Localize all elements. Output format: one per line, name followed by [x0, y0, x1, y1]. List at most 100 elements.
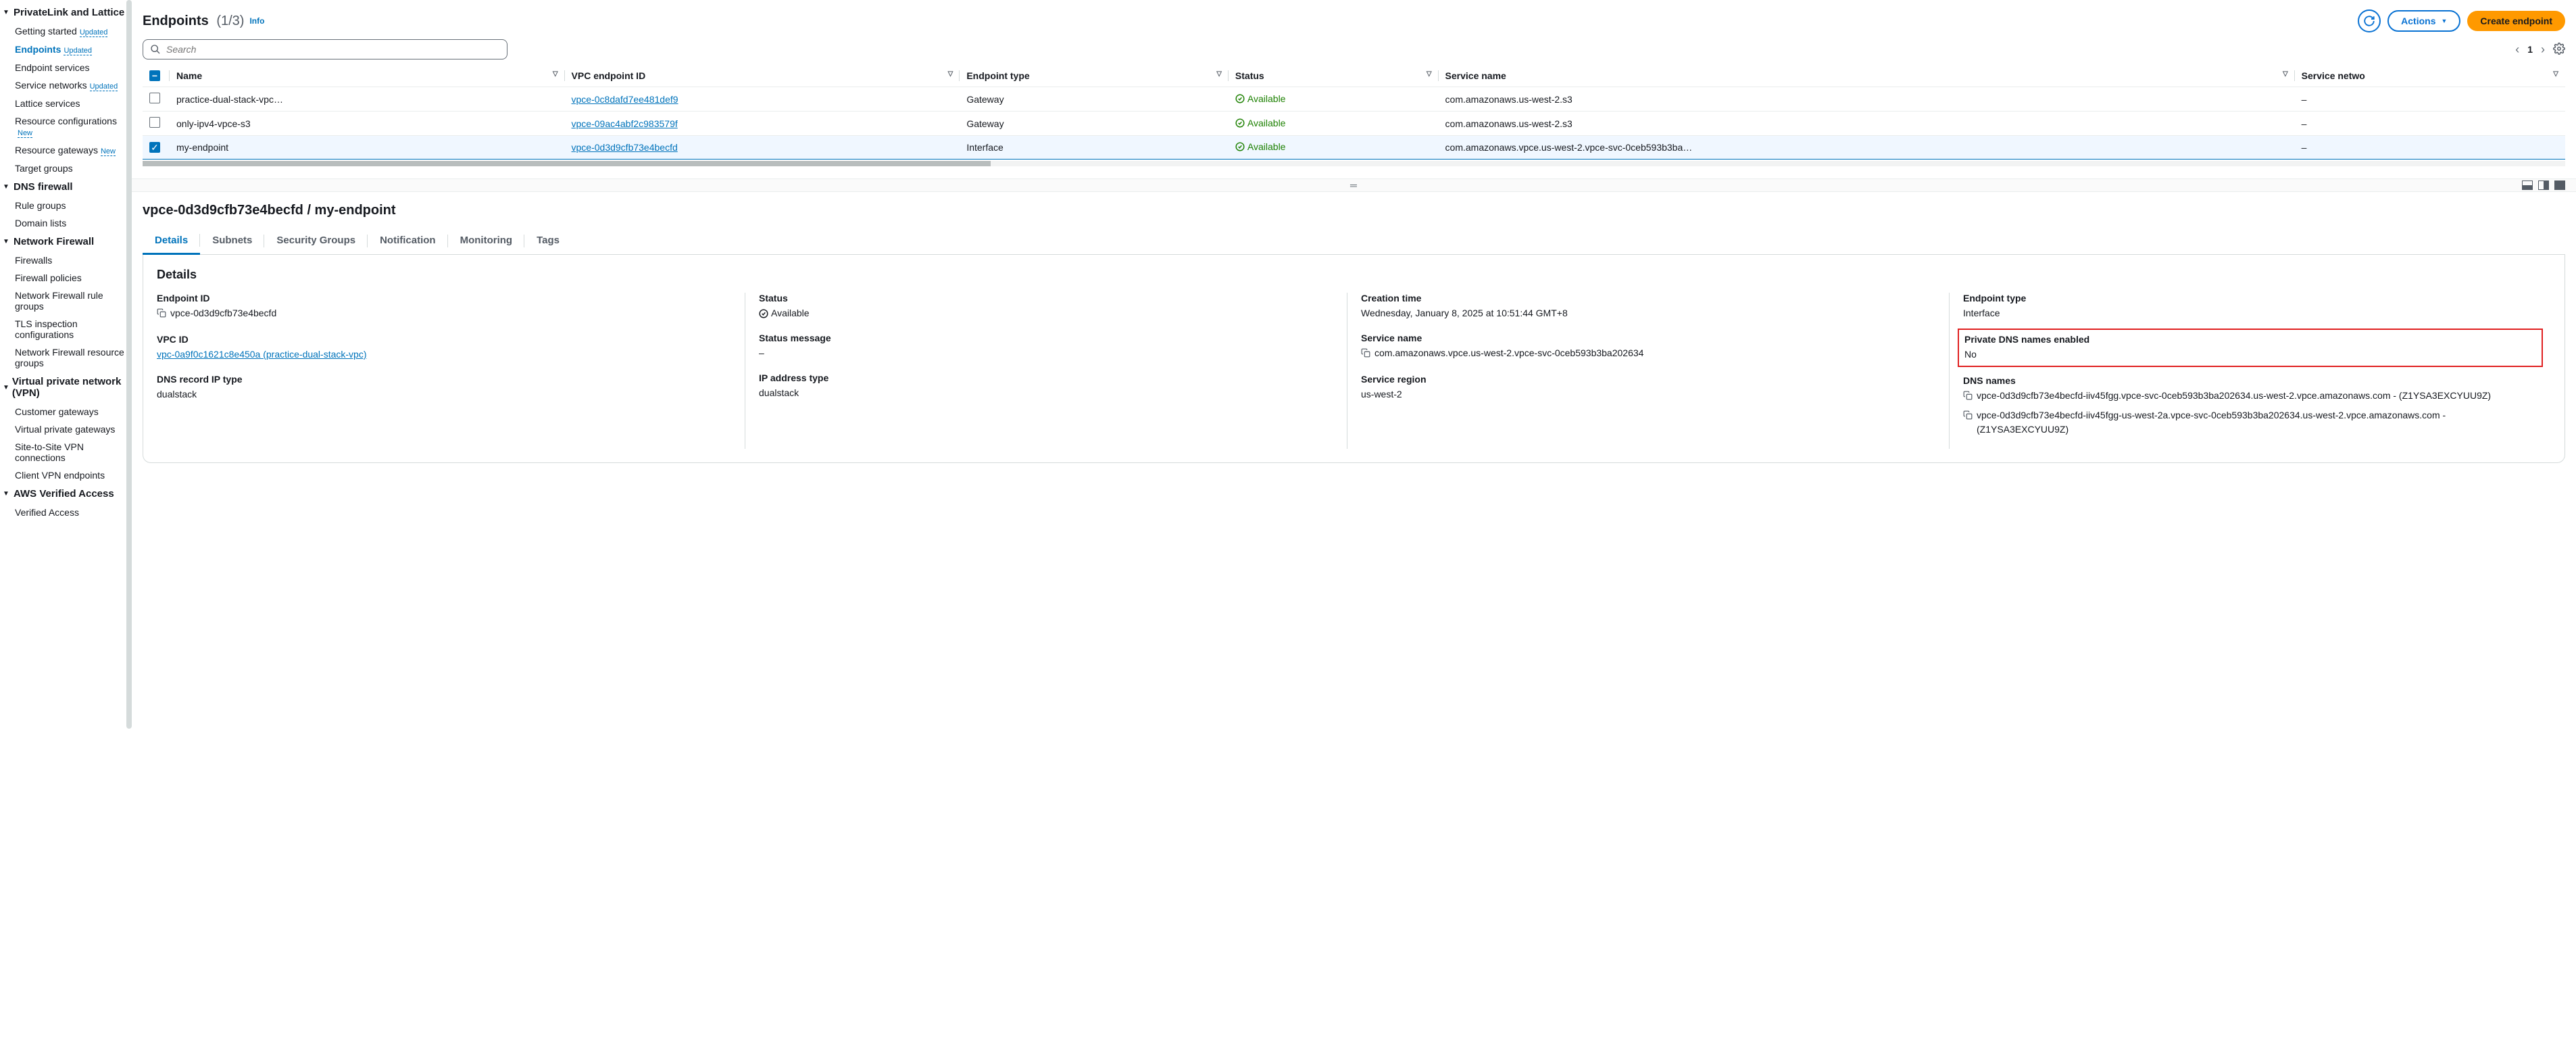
status-badge: Available — [1235, 93, 1286, 104]
sort-icon[interactable]: ▽ — [2553, 70, 2558, 78]
sidebar-section-header[interactable]: ▼PrivateLink and Lattice — [0, 3, 132, 22]
sidebar-item[interactable]: Site-to-Site VPN connections — [0, 438, 132, 466]
sidebar-item[interactable]: Virtual private gateways — [0, 420, 132, 438]
copy-icon[interactable] — [1963, 410, 1973, 424]
info-link[interactable]: Info — [249, 16, 264, 26]
ip-type-label: IP address type — [759, 372, 1333, 383]
pager: ‹ 1 › — [2515, 43, 2565, 57]
table-row[interactable]: only-ipv4-vpce-s3vpce-09ac4abf2c983579fG… — [143, 112, 2565, 136]
sidebar-badge: Updated — [80, 29, 108, 37]
sidebar-item[interactable]: Client VPN endpoints — [0, 466, 132, 484]
sidebar-item[interactable]: Verified Access — [0, 504, 132, 521]
sidebar-item[interactable]: Domain lists — [0, 214, 132, 232]
sort-icon[interactable]: ▽ — [1216, 70, 1222, 78]
details-panel: Details Endpoint ID vpce-0d3d9cfb73e4bec… — [143, 254, 2565, 463]
private-dns-label: Private DNS names enabled — [1964, 334, 2536, 345]
sidebar-item[interactable]: Resource configurationsNew — [0, 112, 132, 141]
sidebar-item[interactable]: Target groups — [0, 160, 132, 177]
split-handle[interactable]: ═ — [132, 178, 2576, 192]
sidebar-item[interactable]: Lattice services — [0, 95, 132, 112]
column-header[interactable]: Name▽ — [170, 65, 565, 87]
status-label: Status — [759, 293, 1333, 304]
copy-icon[interactable] — [1963, 390, 1973, 404]
tab-details[interactable]: Details — [143, 228, 200, 255]
refresh-button[interactable] — [2358, 9, 2381, 32]
status-value: Available — [759, 306, 810, 320]
column-header[interactable]: Service netwo▽ — [2295, 65, 2565, 87]
grip-icon: ═ — [1350, 180, 1358, 191]
search-box[interactable] — [143, 39, 507, 59]
cell-name: my-endpoint — [170, 136, 565, 160]
row-checkbox[interactable] — [149, 93, 160, 103]
sidebar-section-header[interactable]: ▼AWS Verified Access — [0, 484, 132, 504]
vpc-id-link[interactable]: vpc-0a9f0c1621c8e450a (practice-dual-sta… — [157, 349, 367, 360]
sidebar-item[interactable]: Network Firewall rule groups — [0, 287, 132, 315]
row-checkbox[interactable] — [149, 117, 160, 128]
search-input[interactable] — [166, 44, 500, 55]
select-all-checkbox[interactable]: − — [149, 70, 160, 81]
sidebar-item[interactable]: Customer gateways — [0, 403, 132, 420]
sidebar-item[interactable]: Firewall policies — [0, 269, 132, 287]
creation-time-label: Creation time — [1361, 293, 1935, 304]
sort-icon[interactable]: ▽ — [2283, 70, 2288, 78]
sidebar: ▼PrivateLink and LatticeGetting startedU… — [0, 0, 132, 1041]
sort-icon[interactable]: ▽ — [553, 70, 558, 78]
tab-subnets[interactable]: Subnets — [200, 228, 264, 254]
detail-tabs: DetailsSubnetsSecurity GroupsNotificatio… — [143, 228, 2565, 255]
tab-tags[interactable]: Tags — [524, 228, 572, 254]
copy-icon[interactable] — [1361, 347, 1370, 362]
vpce-link[interactable]: vpce-0d3d9cfb73e4becfd — [572, 142, 678, 153]
sort-icon[interactable]: ▽ — [948, 70, 953, 78]
cell-service: com.amazonaws.vpce.us-west-2.vpce-svc-0c… — [1439, 136, 2295, 160]
sidebar-item[interactable]: EndpointsUpdated — [0, 41, 132, 59]
search-icon — [150, 44, 161, 55]
sidebar-section-header[interactable]: ▼Virtual private network (VPN) — [0, 372, 132, 403]
tab-notification[interactable]: Notification — [368, 228, 448, 254]
cell-service: com.amazonaws.us-west-2.s3 — [1439, 112, 2295, 136]
sidebar-item[interactable]: TLS inspection configurations — [0, 315, 132, 343]
create-endpoint-button[interactable]: Create endpoint — [2467, 11, 2565, 31]
table-settings-button[interactable] — [2553, 43, 2565, 57]
caret-down-icon: ▼ — [3, 384, 9, 391]
sidebar-section-header[interactable]: ▼Network Firewall — [0, 232, 132, 251]
vpce-link[interactable]: vpce-09ac4abf2c983579f — [572, 118, 678, 129]
sidebar-item[interactable]: Endpoint services — [0, 59, 132, 76]
prev-page-button[interactable]: ‹ — [2515, 43, 2519, 57]
endpoint-type-label: Endpoint type — [1963, 293, 2537, 304]
column-header[interactable]: VPC endpoint ID▽ — [565, 65, 960, 87]
vpce-link[interactable]: vpce-0c8dafd7ee481def9 — [572, 94, 678, 105]
dns-name-2: vpce-0d3d9cfb73e4becfd-iiv45fgg-us-west-… — [1977, 408, 2537, 437]
actions-dropdown[interactable]: Actions▼ — [2387, 10, 2460, 32]
column-header[interactable]: Status▽ — [1229, 65, 1439, 87]
check-circle-icon — [759, 309, 768, 318]
sort-icon[interactable]: ▽ — [1427, 70, 1432, 78]
sidebar-scrollbar[interactable] — [126, 0, 132, 729]
next-page-button[interactable]: › — [2541, 43, 2545, 57]
service-region-value: us-west-2 — [1361, 387, 1935, 402]
cell-network: – — [2295, 112, 2565, 136]
copy-icon[interactable] — [157, 308, 166, 322]
column-header[interactable]: Endpoint type▽ — [960, 65, 1229, 87]
status-badge: Available — [1235, 118, 1286, 128]
tab-security-groups[interactable]: Security Groups — [264, 228, 368, 254]
sidebar-item[interactable]: Rule groups — [0, 197, 132, 214]
detail-pane: vpce-0d3d9cfb73e4becfd / my-endpoint Det… — [143, 192, 2565, 474]
layout-full-button[interactable] — [2554, 180, 2565, 190]
caret-down-icon: ▼ — [3, 238, 11, 245]
sidebar-section-header[interactable]: ▼DNS firewall — [0, 177, 132, 197]
endpoint-id-label: Endpoint ID — [157, 293, 731, 304]
layout-split-horizontal-button[interactable] — [2522, 180, 2533, 190]
column-header[interactable]: Service name▽ — [1439, 65, 2295, 87]
tab-monitoring[interactable]: Monitoring — [448, 228, 524, 254]
table-row[interactable]: ✓my-endpointvpce-0d3d9cfb73e4becfdInterf… — [143, 136, 2565, 160]
cell-name: practice-dual-stack-vpc… — [170, 87, 565, 112]
sidebar-item[interactable]: Network Firewall resource groups — [0, 343, 132, 372]
sidebar-item[interactable]: Getting startedUpdated — [0, 22, 132, 41]
sidebar-item[interactable]: Service networksUpdated — [0, 76, 132, 95]
sidebar-item[interactable]: Firewalls — [0, 251, 132, 269]
sidebar-item[interactable]: Resource gatewaysNew — [0, 141, 132, 160]
horizontal-scrollbar[interactable] — [143, 161, 2565, 166]
layout-split-vertical-button[interactable] — [2538, 180, 2549, 190]
table-row[interactable]: practice-dual-stack-vpc… vpce-0c8dafd7ee4… — [143, 87, 2565, 112]
row-checkbox[interactable]: ✓ — [149, 142, 160, 153]
